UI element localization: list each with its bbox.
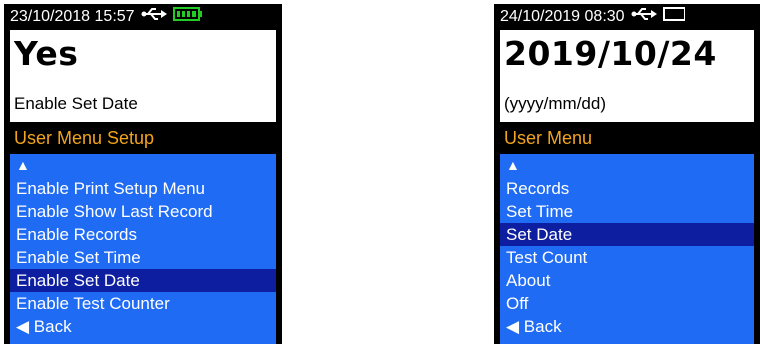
status-bar: 24/10/2019 08:30	[494, 4, 760, 30]
status-bar: 23/10/2018 15:57	[4, 4, 282, 30]
battery-icon	[663, 4, 687, 30]
menu-item-enable-set-date[interactable]: Enable Set Date	[10, 269, 276, 292]
menu-item-enable-set-time[interactable]: Enable Set Time	[10, 246, 276, 269]
value-subtitle: Enable Set Date	[14, 94, 138, 113]
menu-item-set-date[interactable]: Set Date	[500, 223, 754, 246]
menu-item-about[interactable]: About	[500, 269, 754, 292]
value-panel: 2019/10/24 (yyyy/mm/dd)	[500, 30, 754, 122]
menu-title: User Menu	[504, 128, 593, 148]
status-datetime: 24/10/2019 08:30	[500, 8, 625, 26]
device-screen-left: 23/10/2018 15:57 Yes Enable Set Date Use…	[4, 4, 282, 344]
value-subtitle: (yyyy/mm/dd)	[504, 94, 606, 113]
device-screen-right: 24/10/2019 08:30 2019/10/24 (yyyy/mm/dd)…	[494, 4, 760, 344]
back-button[interactable]: ◀ Back	[500, 315, 754, 338]
current-value: 2019/10/24	[504, 34, 717, 73]
status-datetime: 23/10/2018 15:57	[10, 8, 135, 26]
menu-item-enable-test-counter[interactable]: Enable Test Counter	[10, 292, 276, 315]
menu-list: ▲ Records Set Time Set Date Test Count A…	[500, 154, 754, 344]
scroll-up-arrow[interactable]: ▲	[10, 154, 276, 177]
usb-icon	[631, 4, 658, 30]
menu-item-enable-print-setup-menu[interactable]: Enable Print Setup Menu	[10, 177, 276, 200]
current-value: Yes	[14, 34, 79, 73]
menu-title: User Menu Setup	[14, 128, 155, 148]
menu-item-test-count[interactable]: Test Count	[500, 246, 754, 269]
value-panel: Yes Enable Set Date	[10, 30, 276, 122]
menu-item-records[interactable]: Records	[500, 177, 754, 200]
battery-icon	[173, 4, 203, 30]
menu-list: ▲ Enable Print Setup Menu Enable Show La…	[10, 154, 276, 344]
scroll-up-arrow[interactable]: ▲	[500, 154, 754, 177]
menu-item-enable-show-last-record[interactable]: Enable Show Last Record	[10, 200, 276, 223]
menu-item-set-time[interactable]: Set Time	[500, 200, 754, 223]
menu-item-off[interactable]: Off	[500, 292, 754, 315]
back-button[interactable]: ◀ Back	[10, 315, 276, 338]
menu-item-enable-records[interactable]: Enable Records	[10, 223, 276, 246]
usb-icon	[141, 4, 168, 30]
